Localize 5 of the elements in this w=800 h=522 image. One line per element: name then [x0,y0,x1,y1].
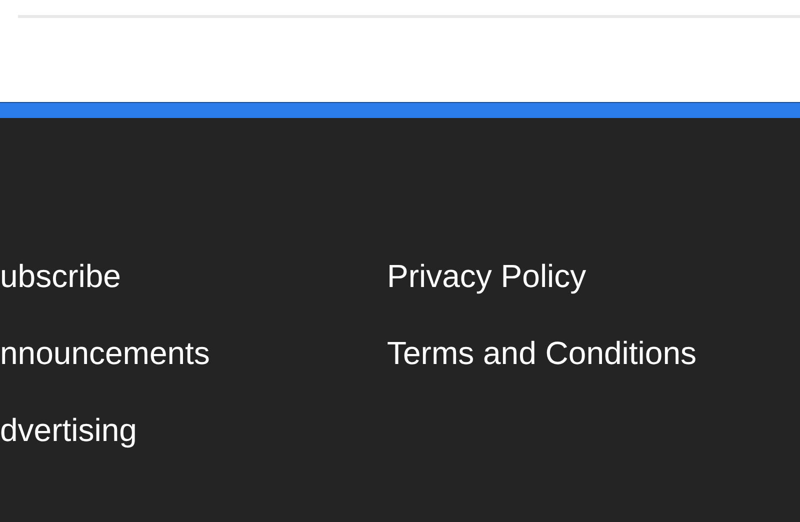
footer-link[interactable]: dvertising [0,392,387,469]
footer-link[interactable]: nnouncements [0,315,387,392]
footer-link[interactable]: ubscribe [0,238,387,315]
footer-link[interactable]: Privacy Policy [387,238,696,315]
footer-link[interactable]: Terms and Conditions [387,315,696,392]
